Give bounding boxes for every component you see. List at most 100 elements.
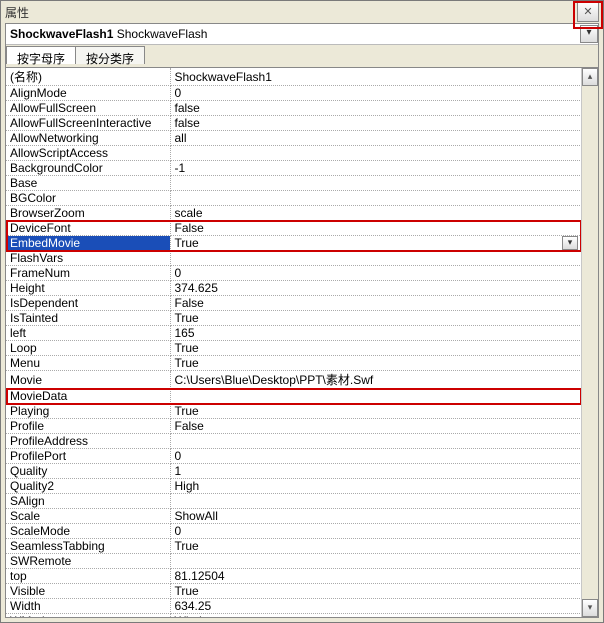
property-name-cell[interactable]: AllowFullScreenInteractive: [6, 116, 170, 131]
property-value-cell[interactable]: C:\Users\Blue\Desktop\PPT\素材.Swf: [170, 371, 582, 389]
property-name-cell[interactable]: Quality2: [6, 479, 170, 494]
property-value-cell[interactable]: false: [170, 116, 582, 131]
object-dropdown-button[interactable]: ▾: [580, 25, 598, 43]
property-row[interactable]: EmbedMovieTrue▾: [6, 236, 582, 251]
property-row[interactable]: Quality1: [6, 464, 582, 479]
property-row[interactable]: SAlign: [6, 494, 582, 509]
property-name-cell[interactable]: FlashVars: [6, 251, 170, 266]
object-selector[interactable]: ShockwaveFlash1 ShockwaveFlash ▾: [6, 24, 598, 45]
property-name-cell[interactable]: AlignMode: [6, 86, 170, 101]
property-row[interactable]: Height374.625: [6, 281, 582, 296]
property-value-cell[interactable]: scale: [170, 206, 582, 221]
property-name-cell[interactable]: BGColor: [6, 191, 170, 206]
property-value-cell[interactable]: 0: [170, 266, 582, 281]
property-value-cell[interactable]: True: [170, 404, 582, 419]
property-row[interactable]: AllowNetworkingall: [6, 131, 582, 146]
property-name-cell[interactable]: Quality: [6, 464, 170, 479]
property-name-cell[interactable]: BrowserZoom: [6, 206, 170, 221]
property-value-cell[interactable]: False: [170, 296, 582, 311]
property-value-cell[interactable]: 0: [170, 86, 582, 101]
property-row[interactable]: AlignMode0: [6, 86, 582, 101]
property-name-cell[interactable]: Visible: [6, 584, 170, 599]
vertical-scrollbar[interactable]: ▴ ▾: [581, 68, 598, 617]
property-row[interactable]: FrameNum0: [6, 266, 582, 281]
scroll-up-button[interactable]: ▴: [582, 68, 598, 86]
scroll-down-button[interactable]: ▾: [582, 599, 598, 617]
property-row[interactable]: IsDependentFalse: [6, 296, 582, 311]
property-row[interactable]: SeamlessTabbingTrue: [6, 539, 582, 554]
property-value-cell[interactable]: false: [170, 101, 582, 116]
property-name-cell[interactable]: AllowFullScreen: [6, 101, 170, 116]
property-value-cell[interactable]: True: [170, 539, 582, 554]
property-name-cell[interactable]: WMode: [6, 614, 170, 618]
property-name-cell[interactable]: (名称): [6, 68, 170, 86]
property-name-cell[interactable]: DeviceFont: [6, 221, 170, 236]
property-value-cell[interactable]: True: [170, 341, 582, 356]
property-value-cell[interactable]: [170, 251, 582, 266]
property-name-cell[interactable]: IsTainted: [6, 311, 170, 326]
property-row[interactable]: MenuTrue: [6, 356, 582, 371]
property-value-cell[interactable]: High: [170, 479, 582, 494]
property-value-cell[interactable]: 0: [170, 524, 582, 539]
property-value-cell[interactable]: 165: [170, 326, 582, 341]
property-name-cell[interactable]: SAlign: [6, 494, 170, 509]
property-value-cell[interactable]: False: [170, 419, 582, 434]
property-value-cell[interactable]: [170, 146, 582, 161]
property-name-cell[interactable]: MovieData: [6, 389, 170, 404]
property-value-cell[interactable]: ShockwaveFlash1: [170, 68, 582, 86]
property-value-cell[interactable]: [170, 554, 582, 569]
property-value-cell[interactable]: [170, 176, 582, 191]
property-row[interactable]: DeviceFontFalse: [6, 221, 582, 236]
close-button[interactable]: ✕: [577, 2, 599, 22]
property-value-cell[interactable]: ShowAll: [170, 509, 582, 524]
property-value-cell[interactable]: True: [170, 311, 582, 326]
tab-categorized[interactable]: 按分类序: [75, 46, 145, 64]
property-row[interactable]: top81.12504: [6, 569, 582, 584]
property-row[interactable]: IsTaintedTrue: [6, 311, 582, 326]
property-row[interactable]: ScaleShowAll: [6, 509, 582, 524]
property-row[interactable]: AllowScriptAccess: [6, 146, 582, 161]
property-row[interactable]: VisibleTrue: [6, 584, 582, 599]
property-name-cell[interactable]: Base: [6, 176, 170, 191]
property-row[interactable]: BrowserZoomscale: [6, 206, 582, 221]
property-name-cell[interactable]: Menu: [6, 356, 170, 371]
property-name-cell[interactable]: ProfilePort: [6, 449, 170, 464]
property-row[interactable]: PlayingTrue: [6, 404, 582, 419]
property-row[interactable]: WModeWindow: [6, 614, 582, 618]
property-name-cell[interactable]: Loop: [6, 341, 170, 356]
property-value-cell[interactable]: 374.625: [170, 281, 582, 296]
property-name-cell[interactable]: ScaleMode: [6, 524, 170, 539]
property-row[interactable]: MovieC:\Users\Blue\Desktop\PPT\素材.Swf: [6, 371, 582, 389]
tab-alphabetic[interactable]: 按字母序: [6, 46, 76, 64]
property-row[interactable]: BackgroundColor-1: [6, 161, 582, 176]
property-row[interactable]: Width634.25: [6, 599, 582, 614]
property-value-cell[interactable]: 1: [170, 464, 582, 479]
property-row[interactable]: AllowFullScreenfalse: [6, 101, 582, 116]
property-value-cell[interactable]: [170, 191, 582, 206]
property-row[interactable]: ScaleMode0: [6, 524, 582, 539]
property-name-cell[interactable]: EmbedMovie: [6, 236, 170, 251]
property-value-cell[interactable]: True: [170, 356, 582, 371]
property-name-cell[interactable]: Playing: [6, 404, 170, 419]
property-name-cell[interactable]: IsDependent: [6, 296, 170, 311]
property-value-cell[interactable]: True: [170, 584, 582, 599]
value-dropdown-button[interactable]: ▾: [562, 236, 578, 250]
property-row[interactable]: SWRemote: [6, 554, 582, 569]
property-row[interactable]: (名称)ShockwaveFlash1: [6, 68, 582, 86]
property-value-cell[interactable]: 81.12504: [170, 569, 582, 584]
property-value-cell[interactable]: 634.25: [170, 599, 582, 614]
property-row[interactable]: ProfilePort0: [6, 449, 582, 464]
property-name-cell[interactable]: AllowNetworking: [6, 131, 170, 146]
property-row[interactable]: Quality2High: [6, 479, 582, 494]
property-name-cell[interactable]: Profile: [6, 419, 170, 434]
property-value-cell[interactable]: [170, 494, 582, 509]
property-value-cell[interactable]: [170, 389, 582, 404]
property-value-cell[interactable]: all: [170, 131, 582, 146]
property-name-cell[interactable]: Width: [6, 599, 170, 614]
property-name-cell[interactable]: SeamlessTabbing: [6, 539, 170, 554]
property-value-cell[interactable]: -1: [170, 161, 582, 176]
property-row[interactable]: AllowFullScreenInteractivefalse: [6, 116, 582, 131]
property-name-cell[interactable]: AllowScriptAccess: [6, 146, 170, 161]
property-row[interactable]: LoopTrue: [6, 341, 582, 356]
property-row[interactable]: Base: [6, 176, 582, 191]
